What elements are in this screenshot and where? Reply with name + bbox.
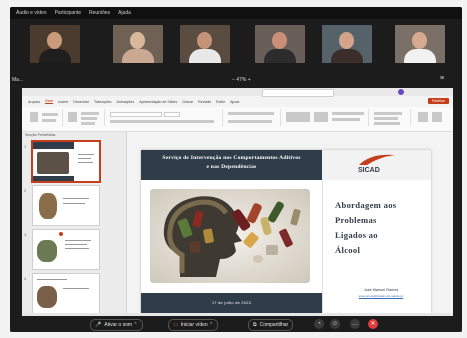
meeting-controls: 🎤 Ativar o som ⌃ ▭ Iniciar vídeo ⌃ ⧉ Compar… [10,316,462,332]
screen-share-bar: Ma... − 47% + ≡ [10,75,462,87]
slide-thumbnail-3[interactable] [32,229,100,270]
share-screen-label: Compartilhar [259,322,289,328]
sicad-logo: SICAD [322,150,431,180]
participant-video-tile[interactable] [322,25,372,63]
slide-number: 2 [24,188,27,193]
slide-thumbnail-2[interactable] [32,185,100,226]
unmute-label: Ativar o som [104,322,133,328]
tab-view[interactable]: Exibir [216,100,225,104]
section-header: Secção Predefinida [25,133,56,137]
head-bottles-illustration [150,189,310,283]
tab-insert[interactable]: Inserir [58,100,68,104]
share-screen-icon: ⧉ [253,322,257,328]
slide-thumbnail-pane: Secção Predefinida 1 2 3 4 [22,132,127,316]
tab-slideshow[interactable]: Apresentação de Slides [139,100,177,104]
slides-group[interactable] [64,109,105,126]
leave-meeting-button[interactable]: ✕ [368,319,378,329]
slide-header-banner: Serviço de Intervenção nos Comportamento… [141,150,322,180]
ribbon-toolbar [22,107,453,132]
tab-home[interactable]: Base [45,99,54,104]
font-group[interactable] [106,109,223,126]
unmute-button[interactable]: 🎤 Ativar o som ⌃ [90,319,143,331]
menu-item-participants[interactable]: Participante [55,10,81,16]
slide-number: 4 [24,276,27,281]
video-off-icon: ▭ [173,322,178,328]
tab-draw[interactable]: Desenhar [73,100,89,104]
ribbon-tabs: Arquivo Base Inserir Desenhar Transições… [22,97,453,106]
slide-thumbnail-4[interactable] [32,273,100,314]
tab-transitions[interactable]: Transições [94,100,111,104]
voice-group[interactable] [412,109,450,126]
slide-number: 3 [24,232,27,237]
reactions-icon[interactable]: ☺ [330,319,340,329]
author-name: José Manuel Ramos [363,288,399,292]
menu-item-audio-video[interactable]: Áudio e vídeo [16,10,47,16]
slide-title: Abordagem aos Problemas Ligados ao Álcoo… [335,198,427,258]
tab-animations[interactable]: Animações [116,100,134,104]
tab-review[interactable]: Revisão [198,100,211,104]
participant-video-tile[interactable] [255,25,305,63]
sicad-logo-mark-icon [359,154,395,165]
paragraph-group[interactable] [224,109,281,126]
slide-title-line: Problemas [335,215,377,225]
slide-number: 1 [24,144,27,149]
start-video-label: Iniciar vídeo [180,322,208,328]
participant-video-tile[interactable] [180,25,230,63]
share-screen-button[interactable]: ⧉ Compartilhar [248,319,294,331]
participant-video-strip [10,21,462,73]
tab-record[interactable]: Gravar [182,100,193,104]
menu-item-meetings[interactable]: Reuniões [89,10,110,16]
view-options-icon[interactable]: ≡ [440,75,444,82]
slide-title-line: Abordagem aos [335,200,397,210]
ppt-title-bar [22,88,453,97]
slide-header-line1: Serviço de Intervenção nos Comportamento… [162,155,301,161]
participant-video-tile[interactable] [113,25,163,63]
slide-image-area [141,180,322,293]
avatar[interactable] [398,89,404,95]
zoom-menu-bar: Áudio e vídeo Participante Reuniões Ajud… [10,7,462,19]
tab-help[interactable]: Ajuda [230,100,239,104]
chevron-down-icon[interactable]: ⌃ [133,322,137,328]
participants-icon[interactable]: ◔ [314,319,324,329]
tab-file[interactable]: Arquivo [28,100,40,104]
search-box[interactable] [262,89,334,97]
start-video-button[interactable]: ▭ Iniciar vídeo ⌃ [168,319,219,331]
slide-title-area: Abordagem aos Problemas Ligados ao Álcoo… [322,180,431,313]
slide-title-line: Álcool [335,245,361,255]
participant-video-tile[interactable] [30,25,80,63]
zoom-level-control[interactable]: − 47% + [232,77,251,83]
share-button[interactable]: Partilhar [428,98,449,104]
current-slide[interactable]: Serviço de Intervenção nos Comportamento… [141,150,431,313]
author-email[interactable]: jose.ramos@sicad.min-saude.pt [335,294,427,298]
clipboard-group[interactable] [26,109,63,126]
slide-title-line: Ligados ao [335,230,378,240]
slide-header-line2: e nas Dependências [206,164,257,170]
slide-date: 17 de julho de 2023 [141,293,322,313]
editing-group[interactable] [370,109,411,126]
participant-video-tile[interactable] [395,25,445,63]
logo-text: SICAD [358,167,380,174]
share-bar-label: Ma... [12,77,24,83]
powerpoint-window: Arquivo Base Inserir Desenhar Transições… [22,88,453,316]
slide-thumbnail-1[interactable] [31,140,101,183]
more-options-icon[interactable]: … [350,319,360,329]
menu-item-help[interactable]: Ajuda [118,10,131,16]
zoom-window: Áudio e vídeo Participante Reuniões Ajud… [10,7,462,332]
drawing-group[interactable] [282,109,369,126]
chevron-down-icon[interactable]: ⌃ [209,322,213,328]
microphone-muted-icon: 🎤 [95,322,102,328]
